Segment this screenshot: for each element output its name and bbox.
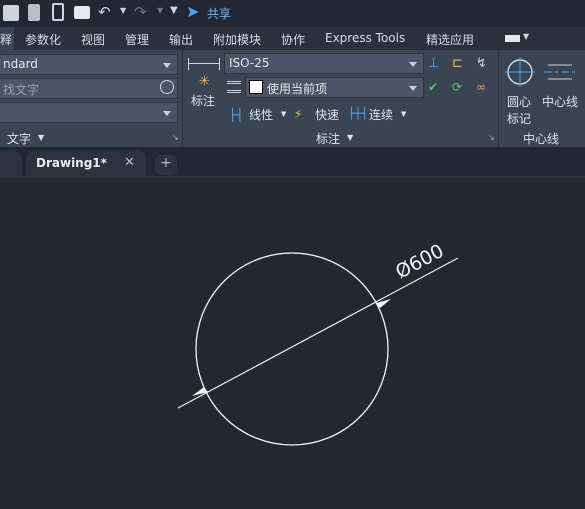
- inspect-icon[interactable]: ✔: [428, 80, 438, 94]
- dim-style-select[interactable]: ISO-25: [224, 53, 424, 74]
- document-tabs: Drawing1* ✕ +: [0, 147, 585, 178]
- new-tab-button[interactable]: +: [155, 155, 177, 175]
- print-icon[interactable]: [74, 6, 90, 19]
- text-height-select[interactable]: [0, 102, 178, 123]
- ribbon-tabs: 释 参数化 视图 管理 输出 附加模块 协作 Express Tools 精选应…: [0, 27, 585, 50]
- reassociate-icon[interactable]: ∞: [476, 80, 486, 94]
- publish-icon[interactable]: [52, 3, 64, 21]
- centerline-label: 中心线: [542, 95, 579, 109]
- centerline-button[interactable]: 中心线: [540, 55, 582, 110]
- drawing-tab-label: Drawing1*: [36, 156, 107, 170]
- ribbon-options-icon[interactable]: ▼: [523, 32, 529, 41]
- dim-panel-label[interactable]: 标注: [316, 130, 340, 147]
- tab-parametric[interactable]: 参数化: [25, 31, 61, 48]
- drawing-svg: Ø600: [177, 240, 459, 446]
- update-icon[interactable]: ⟳: [452, 80, 462, 94]
- tab-output[interactable]: 输出: [169, 31, 193, 48]
- ribbon-panel: ndard 找文字 文字 ▼ ↘ ✳ 标注 ISO-25 使用当前项 ├┤ 线性…: [0, 50, 585, 147]
- linear-dropdown-icon[interactable]: ▼: [281, 110, 286, 118]
- circle-entity: [195, 252, 389, 446]
- share-label[interactable]: 共享: [207, 5, 231, 22]
- text-panel-label[interactable]: 文字: [7, 130, 31, 147]
- text-style-value: ndard: [3, 57, 38, 71]
- center-mark-button[interactable]: 圆心 标记: [503, 55, 537, 127]
- tab-view[interactable]: 视图: [81, 31, 105, 48]
- tab-collaborate[interactable]: 协作: [281, 31, 305, 48]
- start-tab[interactable]: [0, 150, 22, 177]
- quick-dim-icon: ⚡: [294, 107, 303, 121]
- center-mark-label: 圆心: [507, 95, 532, 109]
- tab-addins[interactable]: 附加模块: [213, 31, 261, 48]
- dimension-arrow-left: [192, 387, 208, 396]
- break-icon[interactable]: ⊏: [452, 56, 463, 71]
- tab-manage[interactable]: 管理: [125, 31, 149, 48]
- center-mark-icon: [505, 57, 535, 87]
- layer-icon: [227, 81, 241, 93]
- tab-express-tools[interactable]: Express Tools: [325, 31, 405, 45]
- text-panel-dropdown-icon[interactable]: ▼: [38, 133, 44, 142]
- undo-icon[interactable]: ↶: [98, 3, 111, 21]
- tab-drawing1[interactable]: Drawing1* ✕: [26, 150, 146, 178]
- dim-panel-dropdown-icon[interactable]: ▼: [347, 133, 353, 142]
- redo-icon[interactable]: ↷: [134, 3, 147, 21]
- dim-style-value: ISO-25: [229, 56, 270, 70]
- dimension-button[interactable]: ✳ 标注: [188, 56, 220, 108]
- drawing-canvas[interactable]: Ø600: [0, 178, 585, 509]
- find-text-placeholder: 找文字: [3, 83, 40, 97]
- linear-icon: ├┤: [229, 108, 244, 122]
- minimize-ribbon-icon[interactable]: [505, 35, 520, 42]
- redo-dropdown-icon[interactable]: ▼: [157, 6, 163, 15]
- dim-layer-select[interactable]: 使用当前项: [245, 77, 424, 98]
- quick-access-toolbar: ↶ ▼ ↷ ▼ ▼ ➤ 共享: [0, 0, 585, 27]
- text-style-select[interactable]: ndard: [0, 54, 178, 75]
- undo-dropdown-icon[interactable]: ▼: [120, 6, 126, 15]
- share-icon[interactable]: ➤: [186, 2, 199, 21]
- customize-icon[interactable]: ▼: [170, 5, 178, 16]
- continue-button[interactable]: 连续: [369, 106, 393, 123]
- continue-dropdown-icon[interactable]: ▼: [401, 110, 406, 118]
- find-icon[interactable]: [160, 80, 174, 94]
- quick-dim-button[interactable]: 快速: [315, 106, 339, 123]
- find-text-input[interactable]: 找文字: [0, 78, 178, 99]
- center-mark-label-2: 标记: [507, 112, 532, 126]
- dimension-text[interactable]: Ø600: [392, 240, 448, 283]
- save-icon[interactable]: [3, 5, 19, 21]
- color-swatch: [249, 80, 263, 94]
- close-tab-icon[interactable]: ✕: [124, 155, 135, 170]
- text-dialog-launcher-icon[interactable]: ↘: [172, 133, 179, 142]
- tab-annotate[interactable]: 释: [0, 31, 12, 48]
- dim-layer-value: 使用当前项: [267, 82, 328, 96]
- dimension-icon: [188, 58, 220, 70]
- tab-featured-apps[interactable]: 精选应用: [426, 31, 474, 48]
- dim-dialog-launcher-icon[interactable]: ↘: [488, 133, 495, 142]
- jog-icon[interactable]: ↯: [476, 56, 487, 71]
- adjust-space-icon[interactable]: ⊥: [428, 56, 439, 71]
- diameter-dimension-line: [177, 257, 459, 409]
- dimension-label: 标注: [191, 94, 216, 108]
- centerline-panel-label: 中心线: [523, 132, 560, 146]
- linear-button[interactable]: 线性: [249, 106, 273, 123]
- continue-icon: ├┼┤: [348, 107, 368, 120]
- centerline-icon: [544, 64, 576, 80]
- open-icon[interactable]: [28, 4, 40, 21]
